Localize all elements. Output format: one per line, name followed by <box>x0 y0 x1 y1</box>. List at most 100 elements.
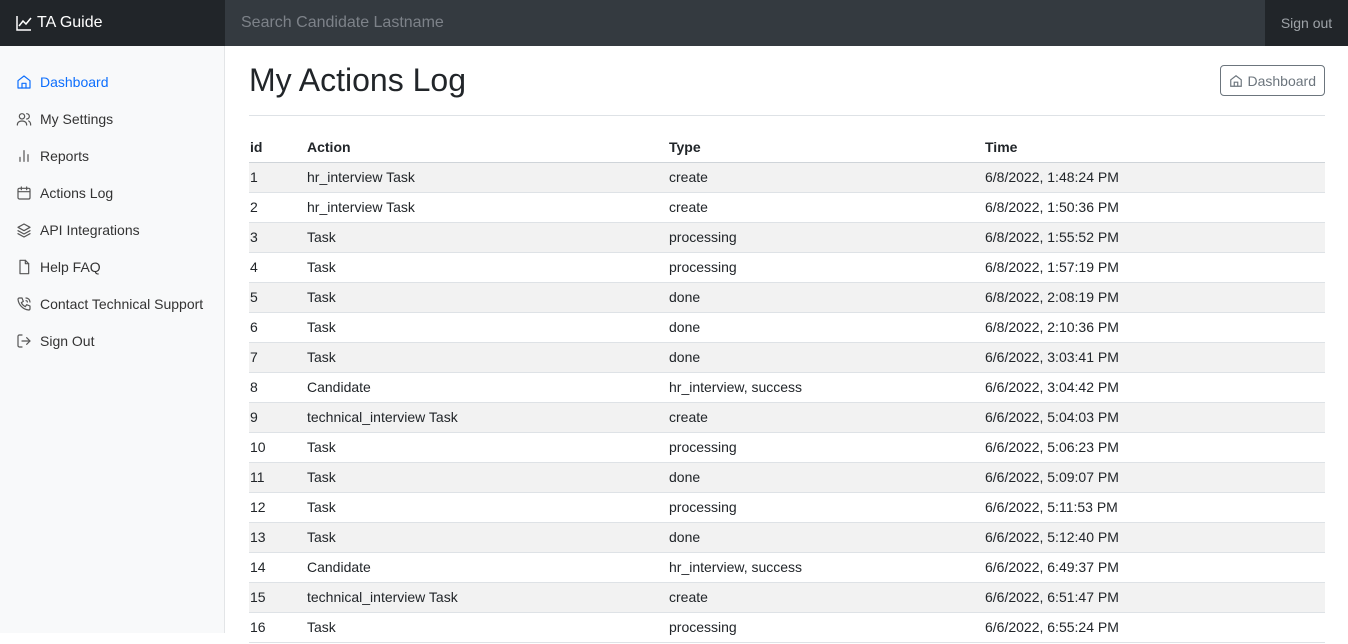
table-header-row: id Action Type Time <box>249 133 1325 163</box>
cell-action: Task <box>306 342 668 373</box>
sidebar-item-api-integrations[interactable]: API Integrations <box>0 211 224 248</box>
table-row: 6 Task done 6/8/2022, 2:10:36 PM <box>249 312 1325 343</box>
actions-log-table: id Action Type Time 1 hr_interview Task cr… <box>249 133 1325 643</box>
cell-action: Task <box>306 522 668 553</box>
cell-time: 6/8/2022, 2:08:19 PM <box>984 282 1325 313</box>
table-row: 15 technical_interview Task create 6/6/2022… <box>249 582 1325 613</box>
header-type: Type <box>668 133 984 163</box>
cell-time: 6/6/2022, 5:11:53 PM <box>984 492 1325 523</box>
sidebar: Dashboard My Settings Reports Actions Log AP… <box>0 46 225 633</box>
cell-action: hr_interview Task <box>306 162 668 193</box>
cell-id: 12 <box>249 492 306 523</box>
dashboard-button[interactable]: Dashboard <box>1219 65 1325 96</box>
cell-type: processing <box>668 432 984 463</box>
cell-id: 4 <box>249 252 306 283</box>
cell-id: 9 <box>249 402 306 433</box>
table-row: 12 Task processing 6/6/2022, 5:11:53 PM <box>249 492 1325 523</box>
cell-id: 5 <box>249 282 306 313</box>
sidebar-item-reports[interactable]: Reports <box>0 137 224 174</box>
cell-time: 6/6/2022, 5:09:07 PM <box>984 462 1325 493</box>
table-row: 3 Task processing 6/8/2022, 1:55:52 PM <box>249 222 1325 253</box>
brand-name: TA Guide <box>37 14 103 31</box>
table-row: 13 Task done 6/6/2022, 5:12:40 PM <box>249 522 1325 553</box>
cell-id: 6 <box>249 312 306 343</box>
sign-out-button[interactable]: Sign out <box>1265 0 1348 46</box>
cell-id: 2 <box>249 192 306 223</box>
users-icon <box>16 111 32 127</box>
sidebar-item-label: Contact Technical Support <box>40 295 204 312</box>
sidebar-item-label: Reports <box>40 147 90 164</box>
cell-type: processing <box>668 252 984 283</box>
cell-action: Task <box>306 432 668 463</box>
sidebar-item-actions-log[interactable]: Actions Log <box>0 174 224 211</box>
graph-up-icon <box>16 15 37 31</box>
cell-time: 6/6/2022, 6:49:37 PM <box>984 552 1325 583</box>
cell-type: processing <box>668 612 984 643</box>
sidebar-item-help-faq[interactable]: Help FAQ <box>0 248 224 285</box>
dashboard-button-label: Dashboard <box>1247 72 1317 89</box>
cell-type: create <box>668 402 984 433</box>
cell-action: hr_interview Task <box>306 192 668 223</box>
search-input[interactable] <box>225 0 1265 46</box>
cell-action: Candidate <box>306 552 668 583</box>
table-row: 7 Task done 6/6/2022, 3:03:41 PM <box>249 342 1325 373</box>
page-title: My Actions Log <box>249 62 466 98</box>
cell-id: 8 <box>249 372 306 403</box>
cell-type: done <box>668 282 984 313</box>
calendar-icon <box>16 185 32 201</box>
cell-time: 6/6/2022, 5:06:23 PM <box>984 432 1325 463</box>
cell-action: Task <box>306 462 668 493</box>
cell-time: 6/8/2022, 1:55:52 PM <box>984 222 1325 253</box>
cell-type: processing <box>668 492 984 523</box>
cell-time: 6/8/2022, 2:10:36 PM <box>984 312 1325 343</box>
cell-id: 7 <box>249 342 306 373</box>
sidebar-item-label: My Settings <box>40 110 114 127</box>
cell-id: 11 <box>249 462 306 493</box>
layers-icon <box>16 222 32 238</box>
sidebar-item-label: Help FAQ <box>40 258 101 275</box>
cell-type: create <box>668 192 984 223</box>
cell-time: 6/6/2022, 6:55:24 PM <box>984 612 1325 643</box>
sidebar-item-my-settings[interactable]: My Settings <box>0 100 224 137</box>
header-action: Action <box>306 133 668 163</box>
sidebar-item-sign-out[interactable]: Sign Out <box>0 322 224 359</box>
cell-time: 6/6/2022, 5:04:03 PM <box>984 402 1325 433</box>
table-row: 16 Task processing 6/6/2022, 6:55:24 PM <box>249 612 1325 643</box>
sidebar-item-label: Actions Log <box>40 184 114 201</box>
cell-time: 6/6/2022, 3:04:42 PM <box>984 372 1325 403</box>
table-row: 10 Task processing 6/6/2022, 5:06:23 PM <box>249 432 1325 463</box>
cell-action: Task <box>306 222 668 253</box>
cell-type: hr_interview, success <box>668 552 984 583</box>
bar-chart-icon <box>16 148 32 164</box>
home-icon <box>16 74 32 90</box>
cell-time: 6/8/2022, 1:50:36 PM <box>984 192 1325 223</box>
cell-type: hr_interview, success <box>668 372 984 403</box>
table-row: 4 Task processing 6/8/2022, 1:57:19 PM <box>249 252 1325 283</box>
sidebar-item-dashboard[interactable]: Dashboard <box>0 63 224 100</box>
main-content: My Actions Log Dashboard id Action Type … <box>249 46 1325 644</box>
cell-id: 16 <box>249 612 306 643</box>
file-icon <box>16 259 32 275</box>
cell-id: 13 <box>249 522 306 553</box>
cell-type: done <box>668 522 984 553</box>
cell-action: Task <box>306 312 668 343</box>
cell-id: 10 <box>249 432 306 463</box>
cell-id: 15 <box>249 582 306 613</box>
cell-time: 6/8/2022, 1:57:19 PM <box>984 252 1325 283</box>
home-icon <box>1229 74 1243 88</box>
cell-type: create <box>668 582 984 613</box>
table-row: 2 hr_interview Task create 6/8/2022, 1:50:3… <box>249 192 1325 223</box>
cell-time: 6/8/2022, 1:48:24 PM <box>984 162 1325 193</box>
table-row: 5 Task done 6/8/2022, 2:08:19 PM <box>249 282 1325 313</box>
sidebar-item-contact-technical-support[interactable]: Contact Technical Support <box>0 285 224 322</box>
cell-type: create <box>668 162 984 193</box>
cell-id: 1 <box>249 162 306 193</box>
cell-action: Candidate <box>306 372 668 403</box>
cell-type: done <box>668 462 984 493</box>
cell-time: 6/6/2022, 3:03:41 PM <box>984 342 1325 373</box>
log-out-icon <box>16 333 32 349</box>
cell-action: Task <box>306 612 668 643</box>
brand[interactable]: TA Guide <box>0 0 225 46</box>
cell-id: 14 <box>249 552 306 583</box>
cell-time: 6/6/2022, 5:12:40 PM <box>984 522 1325 553</box>
